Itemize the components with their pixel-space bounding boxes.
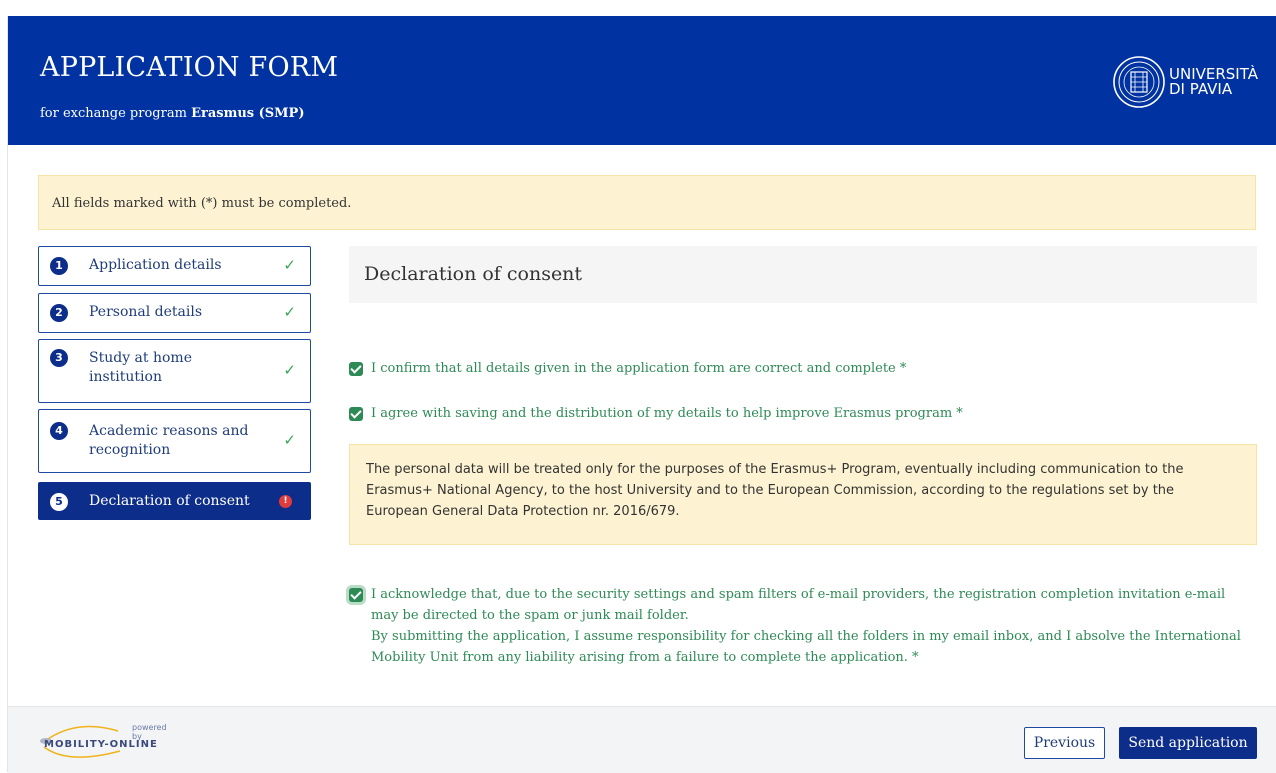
previous-button[interactable]: Previous <box>1024 727 1105 759</box>
required-fields-notice: All fields marked with (*) must be compl… <box>38 175 1256 230</box>
check-icon: ✓ <box>283 361 296 379</box>
check-icon: ✓ <box>283 256 296 274</box>
subtitle-prefix: for exchange program <box>40 106 187 121</box>
consent-correct-label[interactable]: I confirm that all details given in the … <box>371 359 906 378</box>
check-icon: ✓ <box>283 303 296 321</box>
university-name: UNIVERSITÀ DI PAVIA <box>1169 65 1258 98</box>
consent-spam-text[interactable]: I acknowledge that, due to the security … <box>371 584 1249 668</box>
check-icon: ✓ <box>283 431 296 449</box>
mobility-online-logo: powered by MOBILITY-ONLINE <box>38 721 178 761</box>
step-academic-reasons[interactable]: 4 Academic reasons and recognition ✓ <box>38 409 311 473</box>
step-label: Personal details <box>89 304 203 320</box>
send-application-button[interactable]: Send application <box>1119 727 1257 759</box>
step-study-at-home[interactable]: 3 Study at home institution ✓ <box>38 339 311 403</box>
consent-correct-checkbox[interactable] <box>349 362 363 376</box>
step-number: 3 <box>50 349 68 367</box>
page-title: APPLICATION FORM <box>40 52 339 83</box>
subtitle-program: Erasmus (SMP) <box>191 106 305 121</box>
consent-distribution-checkbox[interactable] <box>349 407 363 421</box>
consent-spam-acknowledgement: I acknowledge that, due to the security … <box>349 584 1249 668</box>
step-personal-details[interactable]: 2 Personal details ✓ <box>38 293 311 333</box>
step-number: 4 <box>50 422 68 440</box>
step-label: Application details <box>89 257 222 273</box>
consent-spam-checkbox[interactable] <box>349 588 363 602</box>
brand-name: MOBILITY-ONLINE <box>44 739 158 750</box>
step-label: Study at home institution <box>89 350 192 385</box>
consent-spam-line2: By submitting the application, I assume … <box>371 629 1241 665</box>
step-label: Declaration of consent <box>89 493 250 509</box>
step-label: Academic reasons and recognition <box>89 423 249 458</box>
step-declaration-of-consent[interactable]: 5 Declaration of consent ! <box>38 482 311 520</box>
privacy-notice: The personal data will be treated only f… <box>349 444 1257 545</box>
consent-spam-line1: I acknowledge that, due to the security … <box>371 587 1226 623</box>
university-seal-icon <box>1113 56 1165 108</box>
consent-distribution-label[interactable]: I agree with saving and the distribution… <box>371 404 963 423</box>
consent-distribution: I agree with saving and the distribution… <box>349 404 1257 423</box>
page-subtitle: for exchange program Erasmus (SMP) <box>40 106 304 121</box>
step-number: 5 <box>50 493 68 511</box>
step-application-details[interactable]: 1 Application details ✓ <box>38 246 311 286</box>
step-number: 2 <box>50 304 68 322</box>
university-logo: UNIVERSITÀ DI PAVIA <box>1112 54 1258 110</box>
app-header: APPLICATION FORM for exchange program Er… <box>8 16 1276 145</box>
section-title: Declaration of consent <box>349 246 1257 303</box>
consent-correct-details: I confirm that all details given in the … <box>349 359 1257 378</box>
step-number: 1 <box>50 257 68 275</box>
alert-icon: ! <box>279 495 292 508</box>
